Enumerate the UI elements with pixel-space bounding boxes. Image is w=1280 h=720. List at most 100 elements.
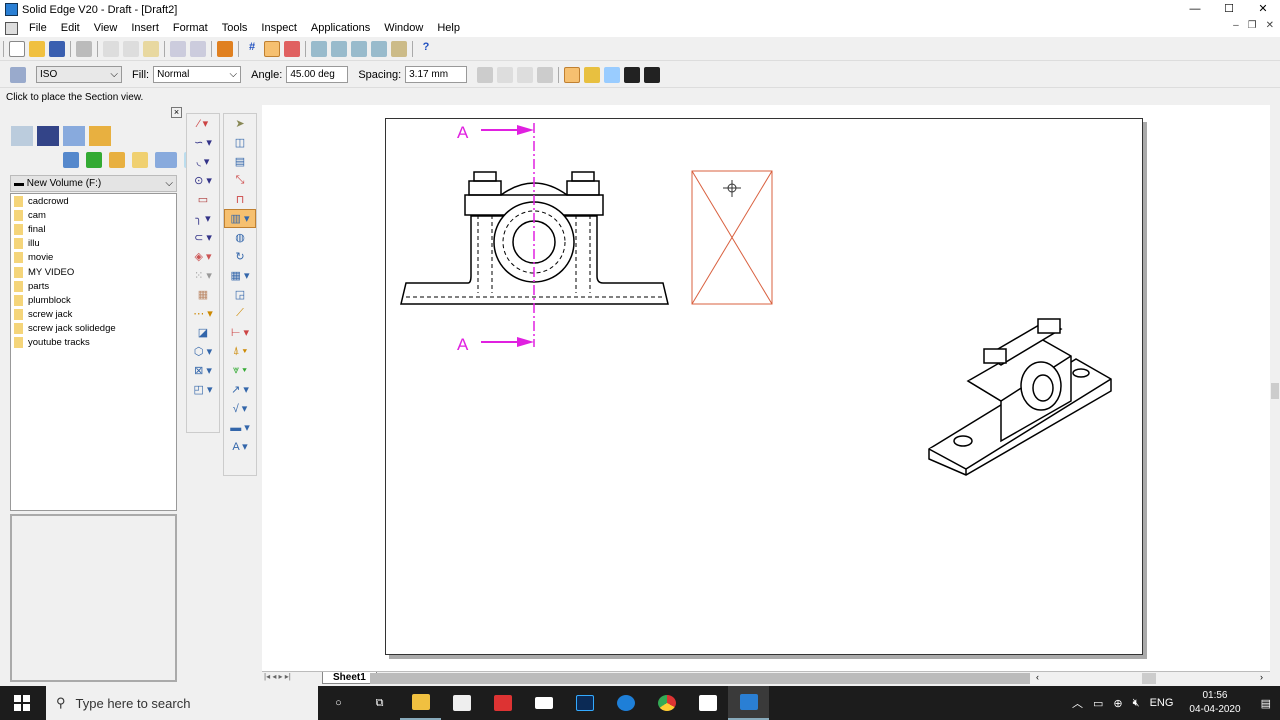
edge-icon[interactable]	[605, 686, 646, 720]
annotation-icon[interactable]: ⩔ ▾	[224, 361, 256, 380]
minimize-button[interactable]: —	[1178, 0, 1212, 19]
paste-icon[interactable]	[143, 40, 159, 57]
table-icon[interactable]: ▬ ▾	[224, 418, 256, 437]
text-icon[interactable]: A ▾	[224, 437, 256, 456]
dimension-tool-icon[interactable]: ⋯ ▾	[187, 304, 219, 323]
isometric-view[interactable]	[928, 318, 1112, 476]
cut-icon[interactable]	[103, 40, 119, 57]
open-icon[interactable]	[29, 40, 45, 57]
drive-select[interactable]: ▬ New Volume (F:) ⌵	[10, 175, 177, 192]
shading-icon[interactable]	[497, 66, 514, 83]
mail-icon[interactable]	[523, 686, 564, 720]
menu-file[interactable]: File	[22, 22, 54, 34]
store-icon[interactable]	[441, 686, 482, 720]
menu-view[interactable]: View	[87, 22, 125, 34]
smart-dimension-icon[interactable]: ⟋	[224, 304, 256, 323]
display-icon[interactable]	[517, 66, 534, 83]
print-icon[interactable]	[76, 40, 92, 57]
fill-select[interactable]: Normal ⌵	[153, 66, 242, 83]
relation-tool-icon[interactable]: ⊠ ▾	[187, 361, 219, 380]
gift-app-icon[interactable]	[482, 686, 523, 720]
folder-item[interactable]: plumblock	[11, 293, 176, 307]
vertical-scrollbar[interactable]	[1270, 105, 1280, 671]
broken-view-icon[interactable]: ▦ ▾	[224, 266, 256, 285]
auxiliary-view-icon[interactable]: ⤡	[224, 171, 256, 190]
language-indicator[interactable]: ENG	[1150, 697, 1174, 709]
circle-tool-icon[interactable]: ⊙ ▾	[187, 171, 219, 190]
offset-tool-icon[interactable]: ⊂ ▾	[187, 228, 219, 247]
horizontal-scrollbar[interactable]: ‹ ›	[1032, 672, 1267, 685]
view-option-icon[interactable]	[477, 66, 494, 83]
folder-item[interactable]: screw jack solidedge	[11, 322, 176, 336]
copy-icon[interactable]	[123, 40, 139, 57]
visible-edges-icon[interactable]	[604, 66, 621, 83]
tab-sheet1[interactable]: Sheet1	[322, 672, 377, 684]
menu-window[interactable]: Window	[377, 22, 430, 34]
angle-input[interactable]: 45.00 deg	[286, 66, 349, 83]
solid-icon[interactable]	[644, 66, 661, 83]
style-select[interactable]: ISO ⌵	[36, 66, 122, 83]
rectangle-tool-icon[interactable]: ▭	[187, 190, 219, 209]
photos-icon[interactable]	[687, 686, 728, 720]
photoshop-icon[interactable]	[564, 686, 605, 720]
grid-icon[interactable]: #	[244, 41, 260, 57]
cutting-plane-icon[interactable]: ⊓	[224, 190, 256, 209]
leader-icon[interactable]: ↗ ▾	[224, 380, 256, 399]
folder-item[interactable]: cam	[11, 208, 176, 222]
new-folder-icon[interactable]	[132, 152, 148, 168]
folder-item[interactable]: MY VIDEO	[11, 265, 176, 279]
hidden-edges-icon[interactable]	[624, 66, 641, 83]
zoom-icon[interactable]	[331, 40, 347, 57]
panel-close-button[interactable]: ×	[171, 107, 182, 118]
volume-muted-icon[interactable]: 🔇︎	[1133, 697, 1140, 710]
redo-icon[interactable]	[190, 40, 206, 57]
symbol-tool-icon[interactable]: ◰ ▾	[187, 380, 219, 399]
solid-edge-taskbar-icon[interactable]	[728, 686, 769, 720]
tray-chevron-icon[interactable]: ︿	[1072, 695, 1083, 711]
folder-item[interactable]: youtube tracks	[11, 336, 176, 350]
save-icon[interactable]	[49, 40, 65, 57]
snap-icon[interactable]	[264, 40, 280, 57]
folder-item[interactable]: cadcrowd	[11, 194, 176, 208]
menu-applications[interactable]: Applications	[304, 22, 377, 34]
file-explorer-icon[interactable]	[400, 686, 441, 720]
select-tool-icon[interactable]: ➤	[224, 114, 256, 133]
menu-insert[interactable]: Insert	[124, 22, 166, 34]
menu-edit[interactable]: Edit	[54, 22, 87, 34]
edit-tool-icon[interactable]: ◪	[187, 323, 219, 342]
maximize-button[interactable]: ☐	[1212, 0, 1246, 19]
menu-inspect[interactable]: Inspect	[254, 22, 303, 34]
doc-close-button[interactable]: ✕	[1266, 20, 1274, 31]
back-icon[interactable]	[86, 152, 102, 168]
chrome-icon[interactable]	[646, 686, 687, 720]
cortana-icon[interactable]: ○	[318, 686, 359, 720]
menu-format[interactable]: Format	[166, 22, 215, 34]
search-box[interactable]: ⚲ Type here to search	[46, 686, 318, 720]
battery-icon[interactable]: ▭	[1093, 697, 1103, 710]
folder-item[interactable]: screw jack	[11, 308, 176, 322]
menu-help[interactable]: Help	[430, 22, 467, 34]
layers-tab-icon[interactable]	[11, 126, 33, 146]
wireframe-icon[interactable]	[564, 66, 581, 83]
doc-restore-button[interactable]: ❐	[1248, 20, 1257, 31]
curve-tool-icon[interactable]: ∽ ▾	[187, 133, 219, 152]
notifications-icon[interactable]: ▤	[1261, 697, 1271, 710]
folder-item[interactable]: final	[11, 222, 176, 236]
principal-view-icon[interactable]: ▤	[224, 152, 256, 171]
menu-tools[interactable]: Tools	[215, 22, 255, 34]
fillet-tool-icon[interactable]: ╮ ▾	[187, 209, 219, 228]
maintain-icon[interactable]	[284, 40, 300, 57]
windows-start-icon[interactable]	[14, 695, 30, 711]
arc-tool-icon[interactable]: ◟ ▾	[187, 152, 219, 171]
library-tab-icon[interactable]	[37, 126, 59, 146]
help-tab-icon[interactable]	[89, 126, 111, 146]
sheet-nav-buttons[interactable]: |◂ ◂ ▸ ▸|	[264, 672, 291, 681]
tree-icon[interactable]	[537, 66, 554, 83]
view-menu-icon[interactable]	[155, 152, 177, 168]
angle-icon[interactable]: ⍋ ▾	[224, 342, 256, 361]
undo-icon[interactable]	[170, 40, 186, 57]
hatch-tool-icon[interactable]: ▦	[187, 285, 219, 304]
network-icon[interactable]: ⊕	[1113, 697, 1122, 710]
view-wizard-icon[interactable]: ◫	[224, 133, 256, 152]
close-button[interactable]: ✕	[1246, 0, 1280, 19]
